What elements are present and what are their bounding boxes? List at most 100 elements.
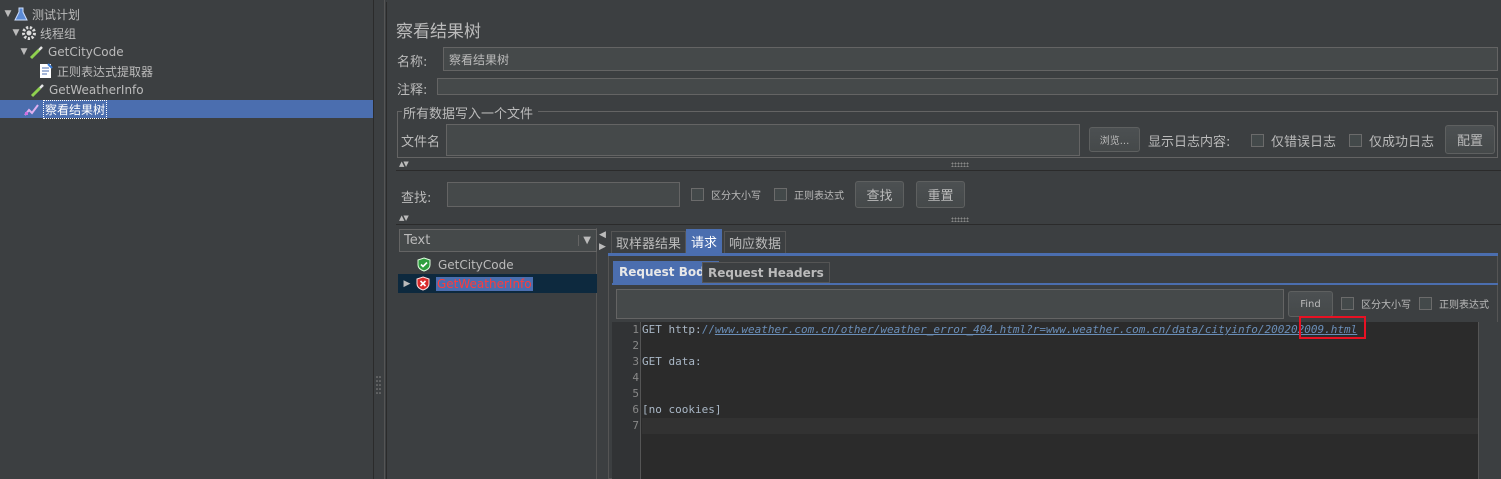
name-label: 名称: xyxy=(397,55,428,70)
checkbox-box[interactable] xyxy=(691,188,704,201)
code-url[interactable]: www.weather.com.cn/other/weather_error_4… xyxy=(715,323,1265,336)
separator xyxy=(396,170,1501,171)
expand-arrow-icon[interactable]: ▼ xyxy=(3,9,13,19)
line-number: 3 xyxy=(632,355,639,368)
filename-input[interactable] xyxy=(446,124,1080,156)
section-border xyxy=(538,111,1498,112)
flask-icon xyxy=(13,6,29,22)
body-find-button[interactable]: Find xyxy=(1288,291,1333,317)
checkbox-box[interactable] xyxy=(1349,134,1362,147)
success-only-label: 仅成功日志 xyxy=(1369,135,1435,150)
line-number: 7 xyxy=(632,419,639,432)
tree-node-regex-extractor[interactable]: 正则表达式提取器 xyxy=(38,62,153,80)
gear-icon xyxy=(21,25,37,41)
page-title: 察看结果树 xyxy=(396,22,481,42)
renderer-select[interactable]: Text ▼ xyxy=(399,229,597,252)
expand-arrow-icon[interactable]: ▼ xyxy=(11,28,21,38)
find-button[interactable]: 查找 xyxy=(855,181,904,208)
code-slashes: // xyxy=(701,323,715,336)
comment-label: 注释: xyxy=(397,83,428,98)
tree-label: 察看结果树 xyxy=(43,99,108,119)
collapse-arrows-icon[interactable]: ▲▼ xyxy=(399,161,409,168)
result-item-getweatherinfo[interactable]: ▶ GetWeatherInfo xyxy=(398,274,597,293)
case-sensitive-label: 区分大小写 xyxy=(711,191,761,202)
chevron-down-icon[interactable]: ▼ xyxy=(578,235,591,246)
pipette-icon xyxy=(30,82,46,98)
annotation-highlight-box xyxy=(1299,316,1366,339)
separator xyxy=(396,224,1501,225)
tree-node-getweatherinfo[interactable]: GetWeatherInfo xyxy=(30,81,144,99)
tab-request[interactable]: 请求 xyxy=(686,229,723,253)
tree-label: 正则表达式提取器 xyxy=(57,64,154,79)
collapse-left-icon[interactable]: ◀ ▶ xyxy=(599,229,606,253)
current-line-highlight xyxy=(642,418,1478,434)
success-only-checkbox[interactable]: 仅成功日志 xyxy=(1349,131,1434,150)
request-body-editor[interactable] xyxy=(612,322,1478,479)
name-input[interactable]: 察看结果树 xyxy=(443,47,1498,71)
tree-node-test-plan[interactable]: ▼ 测试计划 xyxy=(3,5,80,23)
regex-label: 正则表达式 xyxy=(794,191,844,202)
subtab-request-headers[interactable]: Request Headers xyxy=(702,262,830,283)
tab-sampler-result[interactable]: 取样器结果 xyxy=(611,231,687,253)
regex-checkbox[interactable]: 正则表达式 xyxy=(774,187,844,202)
pipette-icon xyxy=(29,44,45,60)
checkbox-box[interactable] xyxy=(1419,297,1432,310)
code-line-3: GET data: xyxy=(642,355,702,368)
checkbox-box[interactable] xyxy=(1341,297,1354,310)
search-input[interactable] xyxy=(447,182,680,207)
code-method: GET http: xyxy=(642,323,702,336)
drag-handle-icon[interactable] xyxy=(951,217,969,222)
file-section-title: 所有数据写入一个文件 xyxy=(403,107,534,122)
subtab-underline xyxy=(612,283,1498,285)
tab-response-data[interactable]: 响应数据 xyxy=(724,231,787,253)
log-content-label: 显示日志内容: xyxy=(1148,135,1231,150)
line-number-gutter: 1 2 3 4 5 6 7 xyxy=(612,322,641,479)
checkbox-box[interactable] xyxy=(1251,134,1264,147)
browse-button[interactable]: 浏览... xyxy=(1089,127,1140,152)
expand-arrow-icon[interactable]: ▼ xyxy=(19,47,29,57)
chart-icon xyxy=(24,101,40,117)
checkbox-box[interactable] xyxy=(774,188,787,201)
line-number: 4 xyxy=(632,371,639,384)
case-sensitive-label: 区分大小写 xyxy=(1361,300,1411,311)
code-line-1: GET http://www.weather.com.cn/other/weat… xyxy=(642,323,1357,336)
grip-icon[interactable] xyxy=(376,375,381,397)
search-label: 查找: xyxy=(401,191,432,206)
section-border xyxy=(397,111,402,112)
tree-label: 测试计划 xyxy=(32,7,81,22)
line-number: 5 xyxy=(632,387,639,400)
tree-node-getcitycode[interactable]: ▼ GetCityCode xyxy=(19,43,124,61)
renderer-select-value: Text xyxy=(404,233,431,248)
line-number: 6 xyxy=(632,403,639,416)
result-item-getcitycode[interactable]: GetCityCode xyxy=(417,255,514,274)
line-number: 2 xyxy=(632,339,639,352)
collapse-arrows-icon[interactable]: ▲▼ xyxy=(399,215,409,222)
filename-label: 文件名 xyxy=(401,135,441,150)
shield-error-icon xyxy=(416,276,430,291)
errors-only-checkbox[interactable]: 仅错误日志 xyxy=(1251,131,1336,150)
expand-arrow-icon[interactable]: ▶ xyxy=(398,279,416,289)
split-divider[interactable] xyxy=(373,0,385,479)
regex-label: 正则表达式 xyxy=(1439,300,1489,311)
code-line-6: [no cookies] xyxy=(642,403,722,416)
vertical-scrollbar[interactable] xyxy=(1478,322,1498,479)
body-search-input[interactable] xyxy=(616,289,1284,319)
test-plan-tree: ▼ 测试计划 ▼ 线程组 ▼ GetCityCode 正则表达式提取器 GetW… xyxy=(0,0,373,479)
tree-node-thread-group[interactable]: ▼ 线程组 xyxy=(11,24,76,42)
body-regex-checkbox[interactable]: 正则表达式 xyxy=(1419,296,1489,311)
tree-label: GetWeatherInfo xyxy=(49,83,144,97)
tree-node-view-results-tree[interactable]: 察看结果树 xyxy=(0,99,373,119)
reset-button[interactable]: 重置 xyxy=(916,181,965,208)
comment-input[interactable] xyxy=(437,78,1498,95)
line-number: 1 xyxy=(632,323,639,336)
body-case-sensitive-checkbox[interactable]: 区分大小写 xyxy=(1341,296,1411,311)
result-label: GetCityCode xyxy=(438,257,514,272)
case-sensitive-checkbox[interactable]: 区分大小写 xyxy=(691,187,761,202)
drag-handle-icon[interactable] xyxy=(951,162,969,167)
tree-label: GetCityCode xyxy=(48,45,124,59)
configure-button[interactable]: 配置 xyxy=(1445,125,1495,154)
errors-only-label: 仅错误日志 xyxy=(1271,135,1337,150)
result-label: GetWeatherInfo xyxy=(436,276,533,291)
shield-check-icon xyxy=(417,257,431,272)
tree-label: 线程组 xyxy=(40,26,77,41)
